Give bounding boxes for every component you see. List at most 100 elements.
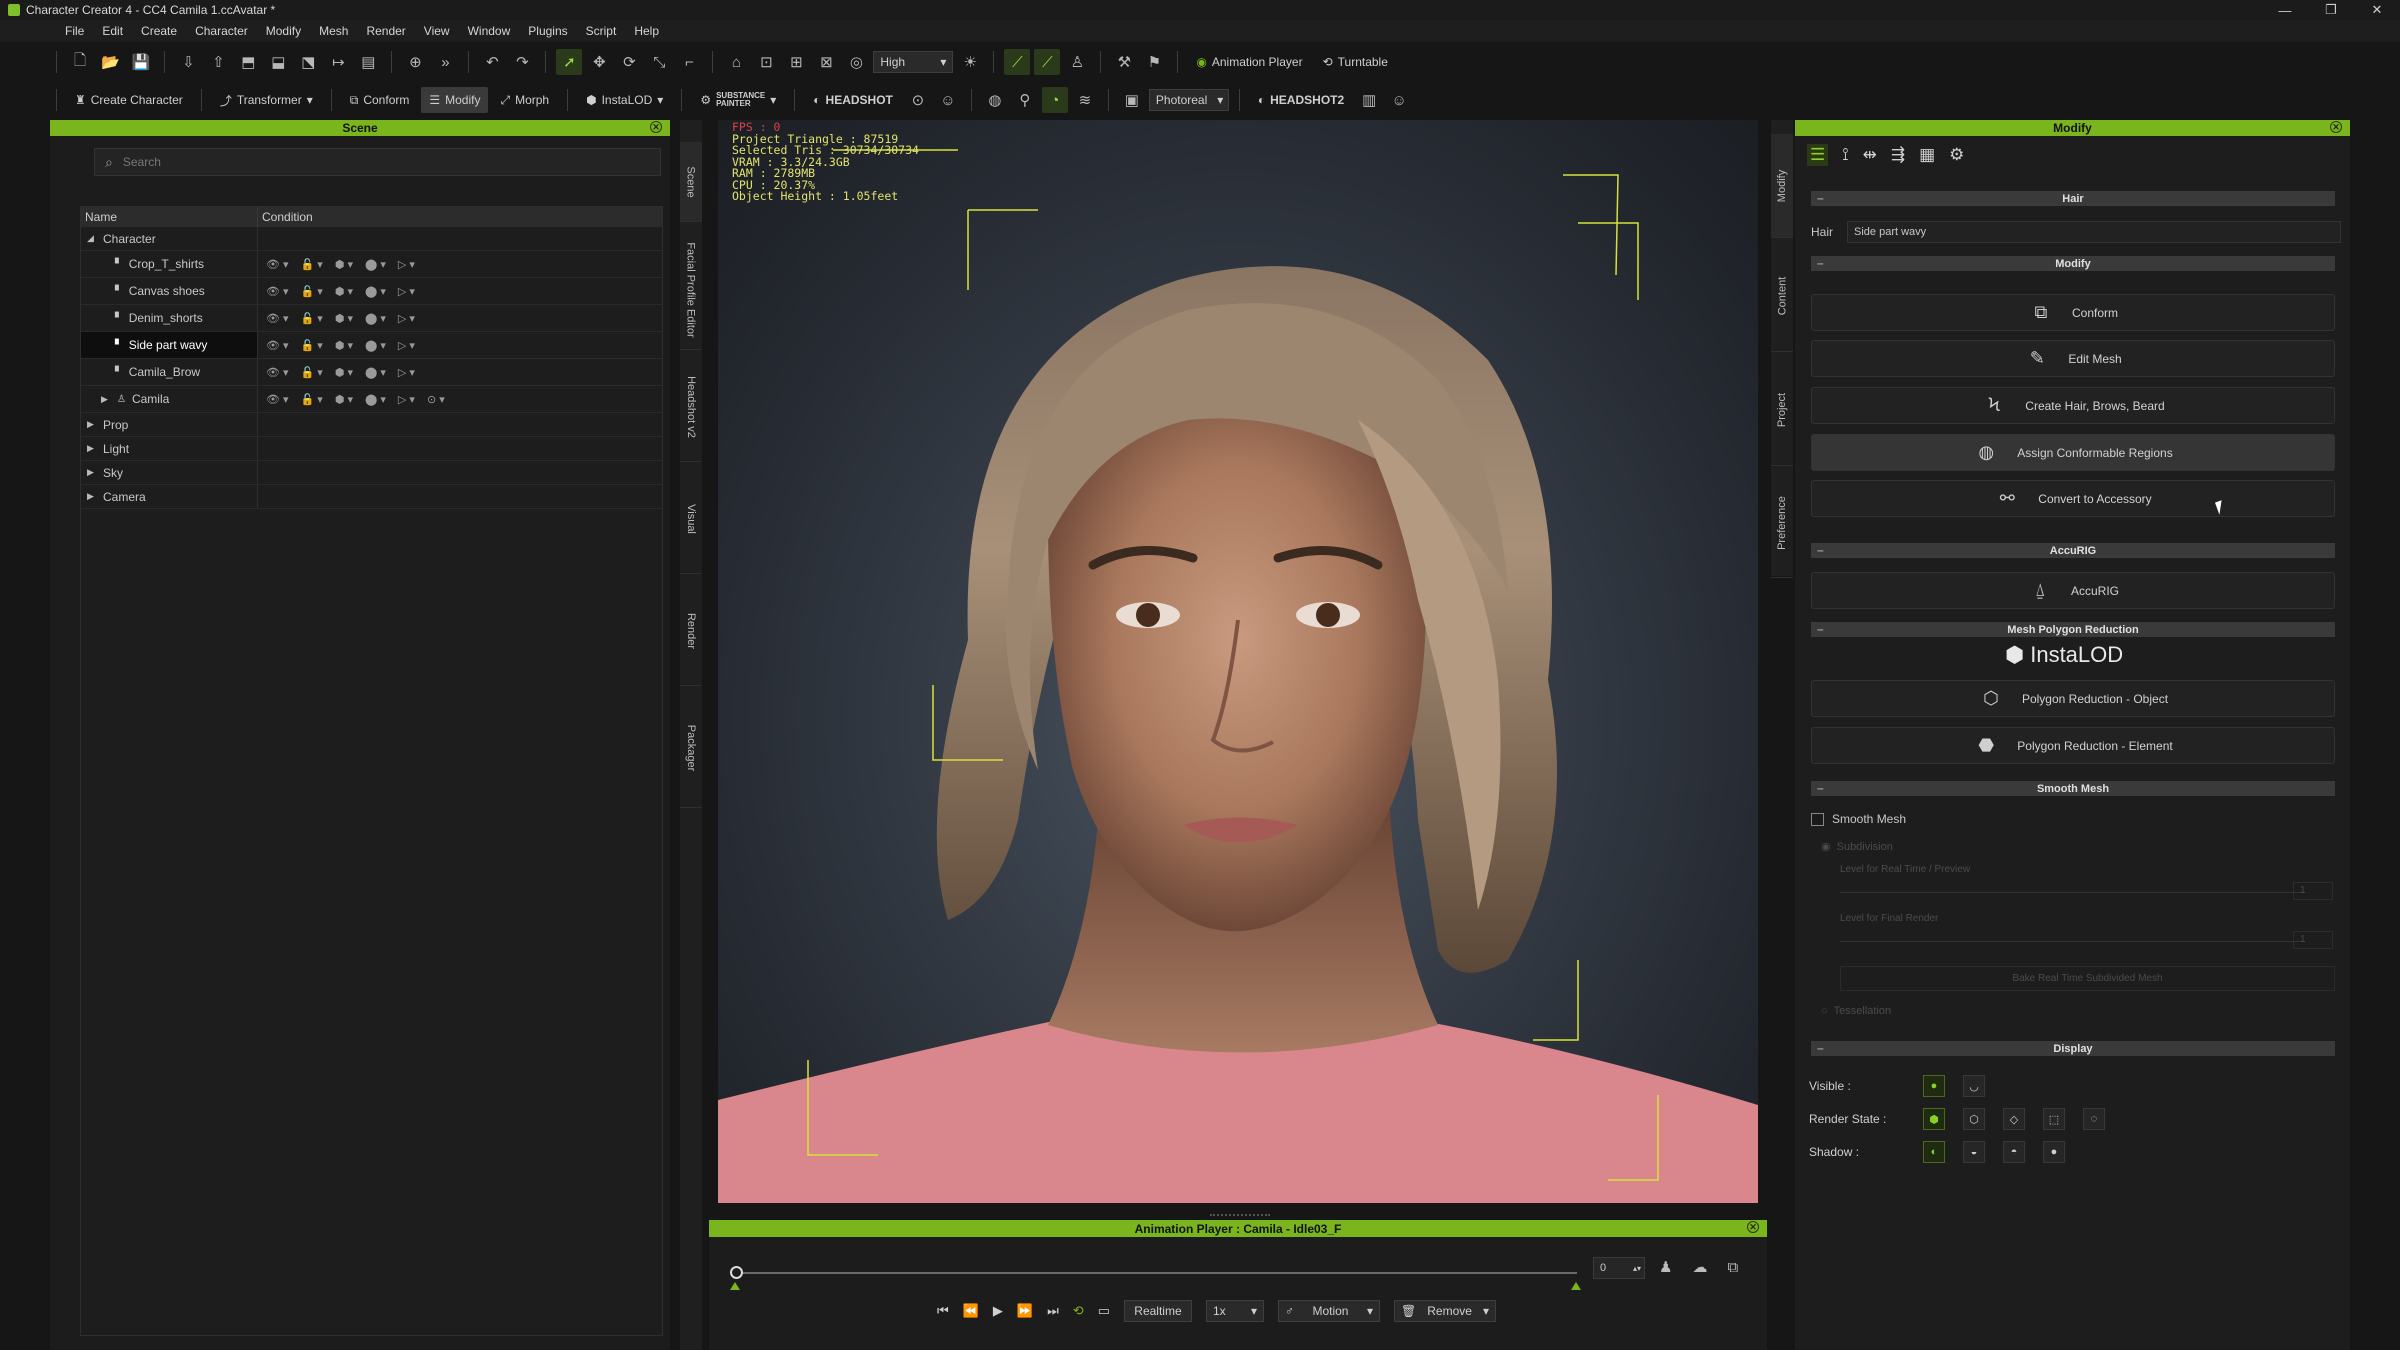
vtab-facial-profile-editor[interactable]: Facial Profile Editor xyxy=(680,230,702,350)
ik-icon[interactable]: ⟋ xyxy=(1004,49,1031,75)
collapsed-arrow-icon[interactable]: ▶ xyxy=(87,491,97,502)
shadow-cast-receive-icon[interactable]: ◐ xyxy=(1923,1141,1945,1163)
open-file-icon[interactable]: 📂 xyxy=(97,49,124,75)
scene-search-field[interactable]: ⌕ Search xyxy=(94,148,661,176)
redo-icon[interactable]: ↷ xyxy=(509,49,535,75)
send-to-icon[interactable]: ↦ xyxy=(325,49,351,75)
visible-on-icon[interactable]: ● xyxy=(1923,1075,1945,1097)
section-display[interactable]: – Display xyxy=(1811,1041,2335,1056)
play-icon[interactable]: ▶ xyxy=(993,1303,1003,1319)
subtitle-icon[interactable]: ▭ xyxy=(1098,1303,1110,1319)
menu-plugins[interactable]: Plugins xyxy=(519,20,576,42)
restore-button[interactable]: ❐ xyxy=(2308,0,2354,20)
lock-icon[interactable]: 🔓 ▾ xyxy=(301,258,323,271)
level-realtime-spinbox[interactable]: 1 xyxy=(2293,882,2333,900)
accurig-button[interactable]: ⍙ AccuRIG xyxy=(1811,572,2335,609)
modify-tab-motion-icon[interactable]: ⇶ xyxy=(1891,145,1905,165)
render-state-icon[interactable]: ⬢ ▾ xyxy=(335,285,353,298)
visibility-eye-icon[interactable]: 👁 ▾ xyxy=(266,258,289,271)
column-name[interactable]: Name xyxy=(81,207,258,227)
lock-icon[interactable]: 🔓 ▾ xyxy=(301,285,323,298)
select-pick-icon[interactable]: ▷ ▾ xyxy=(398,366,415,379)
motion-dropdown[interactable]: ♂ Motion ▾ xyxy=(1277,1300,1380,1322)
vtab-render[interactable]: Render xyxy=(680,576,702,686)
section-modify[interactable]: – Modify xyxy=(1811,256,2335,271)
splitter-handle[interactable] xyxy=(1210,1214,1270,1218)
animation-player-button[interactable]: ◉ Animation Player xyxy=(1188,49,1310,75)
render-box-icon[interactable]: ⬚ xyxy=(2043,1108,2065,1130)
more-icon[interactable]: » xyxy=(432,49,458,75)
scene-item-row[interactable]: ▶ ♙ Camila 👁 ▾ 🔓 ▾ ⬢ ▾ ⬤ ▾ ▷ ▾ ⊙ ▾ xyxy=(81,386,662,413)
scene-item-row[interactable]: ▘ Crop_T_shirts 👁 ▾ 🔓 ▾ ⬢ ▾ ⬤ ▾ ▷ ▾ xyxy=(81,251,662,278)
collapsed-arrow-icon[interactable]: ▶ xyxy=(87,419,97,430)
render-xray-icon[interactable]: ◌ xyxy=(2083,1108,2105,1130)
hair-name-field[interactable]: Side part wavy xyxy=(1847,221,2342,243)
light-icon[interactable]: ☀ xyxy=(957,49,983,75)
shadow-icon[interactable]: ⬤ ▾ xyxy=(365,312,386,325)
scene-item-row[interactable]: ▘ Side part wavy 👁 ▾ 🔓 ▾ ⬢ ▾ ⬤ ▾ ▷ ▾ xyxy=(81,332,662,359)
column-condition[interactable]: Condition xyxy=(258,207,662,227)
shadow-icon[interactable]: ⬤ ▾ xyxy=(365,366,386,379)
hair-icon[interactable]: ◍ xyxy=(982,87,1008,113)
pose-icon[interactable]: ♟ xyxy=(1659,1258,1672,1276)
new-file-icon[interactable]: 🗋 xyxy=(67,49,93,75)
shadow-receive-icon[interactable]: ◓ xyxy=(2003,1141,2025,1163)
collapsed-arrow-icon[interactable]: ▶ xyxy=(87,443,97,454)
viewport-mode-icon[interactable]: ⧉ xyxy=(1727,1259,1738,1276)
headshot2-head-icon[interactable]: ☺ xyxy=(1386,87,1412,113)
tree-group-light[interactable]: ▶ Light xyxy=(81,437,662,461)
frame-spinbox[interactable]: 0 ▴▾ xyxy=(1593,1257,1645,1279)
next-frame-icon[interactable]: ⏩ xyxy=(1017,1303,1033,1319)
smart-search-icon[interactable]: ⊕ xyxy=(402,49,428,75)
visibility-eye-icon[interactable]: 👁 ▾ xyxy=(266,285,289,298)
render-smooth-icon[interactable]: ⬢ xyxy=(1923,1108,1945,1130)
select-pick-icon[interactable]: ▷ ▾ xyxy=(398,285,415,298)
remove-dropdown[interactable]: 🗑 Remove ▾ xyxy=(1393,1300,1496,1322)
bone-target-icon[interactable]: ⊙ ▾ xyxy=(427,393,445,406)
body-pose-icon[interactable]: ⟋ xyxy=(1034,49,1061,75)
turntable-button[interactable]: ⟲ Turntable xyxy=(1315,49,1396,75)
vtab-headshot-v2[interactable]: Headshot v2 xyxy=(680,352,702,462)
substance-button[interactable]: ⚙ SUBSTANCE PAINTER ▾ xyxy=(692,87,784,113)
menu-edit[interactable]: Edit xyxy=(93,20,132,42)
level-realtime-slider[interactable] xyxy=(1840,892,2305,893)
fit-view-icon[interactable]: ⊡ xyxy=(753,49,779,75)
menu-help[interactable]: Help xyxy=(625,20,668,42)
shadow-none-icon[interactable]: ● xyxy=(2043,1141,2065,1163)
create-hair-button[interactable]: Ϟ Create Hair, Brows, Beard xyxy=(1811,387,2335,424)
vtab-content[interactable]: Content xyxy=(1771,240,1793,352)
transformer-button[interactable]: ⤴ Transformer ▾ xyxy=(212,87,321,113)
headshot2-tool-icon[interactable]: ▥ xyxy=(1356,87,1382,113)
flag-icon[interactable]: ⚑ xyxy=(1141,49,1167,75)
tree-group-character[interactable]: ◢ Character xyxy=(81,227,662,251)
export-fbx-icon[interactable]: ⬒ xyxy=(235,49,261,75)
modify-tab-sliders-icon[interactable]: ☰ xyxy=(1807,144,1829,166)
modify-toolbar-button[interactable]: ☰ Modify xyxy=(421,87,489,113)
camera-icon[interactable]: ◎ xyxy=(843,49,869,75)
frame-icon[interactable]: ⊞ xyxy=(783,49,809,75)
tessellation-radio[interactable]: ○ Tessellation xyxy=(1821,1005,1891,1017)
tree-group-camera[interactable]: ▶ Camera xyxy=(81,485,662,509)
bone-icon[interactable]: ⚒ xyxy=(1111,49,1137,75)
convert-to-accessory-button[interactable]: ⚯ Convert to Accessory xyxy=(1811,480,2335,517)
close-panel-icon[interactable]: ✕ xyxy=(1747,1221,1759,1233)
shadow-icon[interactable]: ⬤ ▾ xyxy=(365,339,386,352)
tree-group-prop[interactable]: ▶ Prop xyxy=(81,413,662,437)
modify-tab-material-icon[interactable]: ▦ xyxy=(1919,145,1935,165)
render-state-icon[interactable]: ⬢ ▾ xyxy=(335,366,353,379)
render-faceted-icon[interactable]: ⬡ xyxy=(1963,1108,1985,1130)
skin-icon[interactable]: ◔ xyxy=(1041,87,1068,113)
render-state-icon[interactable]: ⬢ ▾ xyxy=(335,312,353,325)
batch-icon[interactable]: ▤ xyxy=(355,49,381,75)
timeline-track[interactable] xyxy=(735,1272,1577,1274)
collapsed-arrow-icon[interactable]: ▶ xyxy=(87,467,97,478)
prev-frame-icon[interactable]: ⏪ xyxy=(963,1303,979,1319)
collapsed-arrow-icon[interactable]: ▶ xyxy=(101,394,111,405)
visibility-eye-icon[interactable]: 👁 ▾ xyxy=(266,393,289,406)
export-usd-icon[interactable]: ⬔ xyxy=(295,49,321,75)
render-state-icon[interactable]: ⬢ ▾ xyxy=(335,339,353,352)
visible-off-icon[interactable]: ◡ xyxy=(1963,1075,1985,1097)
visibility-eye-icon[interactable]: 👁 ▾ xyxy=(266,312,289,325)
head-icon[interactable]: ☺ xyxy=(935,87,961,113)
save-icon[interactable]: 💾 xyxy=(128,49,155,75)
